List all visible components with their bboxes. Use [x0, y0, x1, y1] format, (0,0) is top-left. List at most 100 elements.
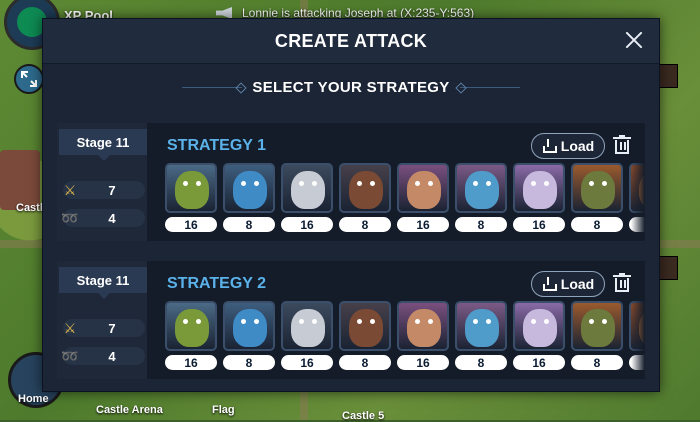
unit-eye: [415, 319, 420, 324]
unit-face: [291, 309, 325, 347]
unit-eye: [428, 319, 433, 324]
unit-face: [175, 171, 209, 209]
expand-map-button[interactable]: [14, 64, 44, 94]
map-label-castle-5: Castle 5: [342, 410, 385, 422]
masked-warrior-icon: [571, 301, 623, 351]
unit-eye: [299, 181, 304, 186]
unit-list: 1681681681681: [165, 301, 645, 373]
dialog-subtitle: SELECT YOUR STRATEGY: [252, 79, 450, 96]
map-label-castle-arena: Castle Arena: [96, 404, 163, 416]
unit-eye: [357, 181, 362, 186]
stage-label: Stage 11: [59, 267, 147, 293]
upload-icon: [542, 277, 557, 291]
divider-ornament: [182, 87, 243, 88]
unit-slot[interactable]: 8: [339, 163, 391, 235]
unit-eye: [428, 181, 433, 186]
trash-bin: [615, 278, 629, 292]
unit-eye: [299, 319, 304, 324]
subtitle-row: SELECT YOUR STRATEGY: [43, 79, 659, 96]
unit-eye: [531, 319, 536, 324]
strategy-card[interactable]: Stage 11 ⚔ 7 ➿ 4 STRATEGY 1 Load 16 8 16 8 1…: [57, 123, 645, 241]
castle-building[interactable]: [0, 150, 40, 210]
shark-icon: [281, 163, 333, 213]
unit-count: 8: [339, 217, 391, 232]
unit-eye: [196, 181, 201, 186]
speed-stat: ➿ 4: [61, 209, 145, 227]
winged-boot-icon: ➿: [61, 347, 79, 364]
load-label: Load: [560, 138, 595, 154]
delete-strategy-button[interactable]: [613, 135, 631, 155]
unit-slot[interactable]: 16: [397, 301, 449, 373]
unit-face: [581, 309, 615, 347]
unit-face: [175, 309, 209, 347]
unit-count: 8: [339, 355, 391, 370]
home-label: Home: [18, 393, 49, 405]
expand-icon: [21, 71, 37, 87]
load-button[interactable]: Load: [531, 271, 605, 297]
unit-count: 16: [165, 217, 217, 232]
unit-face: [465, 309, 499, 347]
strategy-card[interactable]: Stage 11 ⚔ 7 ➿ 4 STRATEGY 2 Load 16 8 16 8 1…: [57, 261, 645, 379]
unit-face: [523, 309, 557, 347]
delete-strategy-button[interactable]: [613, 273, 631, 293]
unit-eye: [486, 319, 491, 324]
unit-slot[interactable]: 8: [223, 163, 275, 235]
armored-troll-icon: [455, 163, 507, 213]
crossed-swords-icon: ⚔: [63, 319, 77, 336]
unit-eye: [254, 181, 259, 186]
unit-count: 8: [223, 355, 275, 370]
unit-slot[interactable]: 8: [339, 301, 391, 373]
unit-eye: [473, 319, 478, 324]
scroll-fade: [631, 163, 645, 235]
unit-slot[interactable]: 16: [513, 301, 565, 373]
blue-ogre-icon: [223, 301, 275, 351]
goblin-icon: [165, 301, 217, 351]
stage-column: Stage 11 ⚔ 7 ➿ 4: [57, 123, 147, 241]
scroll-fade: [631, 301, 645, 373]
unit-count: 8: [571, 217, 623, 232]
dialog-title: CREATE ATTACK: [274, 31, 428, 51]
unit-eye: [241, 181, 246, 186]
unit-slot[interactable]: 8: [455, 163, 507, 235]
unit-face: [523, 171, 557, 209]
unit-count: 16: [513, 355, 565, 370]
unit-eye: [183, 181, 188, 186]
blue-ogre-icon: [223, 163, 275, 213]
pirate-icon: [397, 301, 449, 351]
crossed-swords-icon: ⚔: [63, 181, 77, 198]
unit-eye: [602, 319, 607, 324]
unit-slot[interactable]: 8: [571, 163, 623, 235]
unit-slot[interactable]: 16: [165, 301, 217, 373]
unit-slot[interactable]: 8: [571, 301, 623, 373]
unit-eye: [415, 181, 420, 186]
close-button[interactable]: [621, 27, 647, 53]
pirate-icon: [397, 163, 449, 213]
unit-face: [233, 309, 267, 347]
spiked-golem-icon: [339, 163, 391, 213]
dialog-header: CREATE ATTACK: [43, 19, 659, 64]
unit-slot[interactable]: 8: [223, 301, 275, 373]
unit-slot[interactable]: 16: [513, 163, 565, 235]
unit-slot[interactable]: 8: [455, 301, 507, 373]
unit-face: [581, 171, 615, 209]
unit-count: 8: [571, 355, 623, 370]
unit-slot[interactable]: 16: [165, 163, 217, 235]
attack-value: 7: [108, 182, 116, 198]
unit-eye: [544, 181, 549, 186]
unit-face: [291, 171, 325, 209]
unit-eye: [183, 319, 188, 324]
goblin-icon: [165, 163, 217, 213]
unit-slot[interactable]: 16: [281, 301, 333, 373]
unit-count: 16: [513, 217, 565, 232]
unit-face: [349, 309, 383, 347]
unit-face: [349, 171, 383, 209]
attack-value: 7: [108, 320, 116, 336]
unit-face: [233, 171, 267, 209]
load-button[interactable]: Load: [531, 133, 605, 159]
speed-value: 4: [108, 210, 116, 226]
unit-slot[interactable]: 16: [397, 163, 449, 235]
unit-eye: [531, 181, 536, 186]
map-label-castle: Castl: [16, 202, 43, 214]
unit-eye: [312, 319, 317, 324]
unit-slot[interactable]: 16: [281, 163, 333, 235]
